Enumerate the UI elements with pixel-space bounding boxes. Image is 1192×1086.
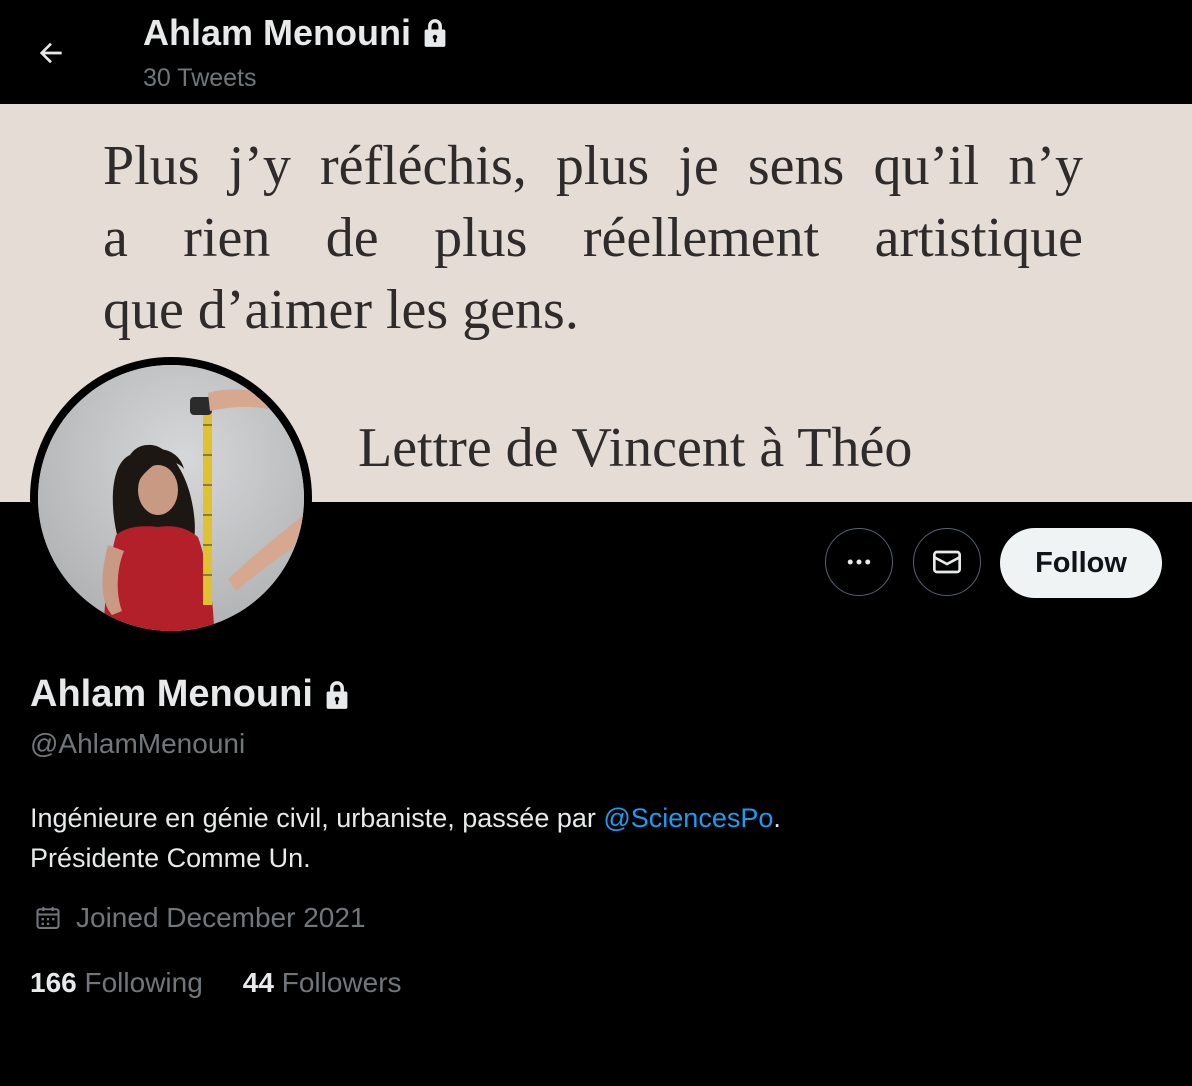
- following-count: 166: [30, 967, 77, 998]
- follow-button[interactable]: Follow: [1000, 528, 1162, 598]
- mention-link[interactable]: @SciencesPo: [603, 803, 773, 833]
- back-button[interactable]: [24, 26, 78, 80]
- more-button[interactable]: [825, 528, 893, 596]
- bio-text: .: [773, 803, 781, 833]
- profile-name: Ahlam Menouni: [30, 673, 313, 715]
- bio-line: Ingénieure en génie civil, urbaniste, pa…: [30, 798, 781, 838]
- tweet-count: 30 Tweets: [143, 64, 257, 92]
- bio-text: Ingénieure en génie civil, urbaniste, pa…: [30, 803, 604, 833]
- envelope-icon: [933, 550, 961, 574]
- profile-name-row: Ahlam Menouni: [30, 673, 351, 716]
- arrow-left-icon: [39, 42, 62, 64]
- profile-bio: Ingénieure en génie civil, urbaniste, pa…: [30, 798, 781, 878]
- calendar-icon: [36, 906, 60, 929]
- profile-handle: @AhlamMenouni: [30, 728, 246, 759]
- header-title: Ahlam Menouni: [143, 12, 449, 54]
- message-button[interactable]: [913, 528, 981, 596]
- header-name: Ahlam Menouni: [143, 12, 411, 53]
- banner-quote-line: a rien de plus réellement artistique: [103, 207, 1083, 269]
- banner-quote-line: que d’aimer les gens.: [103, 279, 579, 341]
- joined-date: Joined December 2021: [34, 902, 366, 934]
- joined-text: Joined December 2021: [76, 902, 366, 933]
- banner-signature: Lettre de Vincent à Théo: [358, 417, 913, 479]
- following-label: Following: [84, 967, 203, 998]
- top-bar: Ahlam Menouni 30 Tweets: [0, 0, 1192, 104]
- followers-link[interactable]: 44 Followers: [243, 967, 402, 999]
- lock-icon: [424, 19, 446, 47]
- avatar[interactable]: [30, 357, 312, 639]
- bio-line: Présidente Comme Un.: [30, 843, 311, 873]
- avatar-photo: [38, 365, 304, 631]
- banner-quote: Plus j’y réfléchis, plus je sens qu’il n…: [103, 130, 1083, 346]
- followers-count: 44: [242, 967, 274, 998]
- followers-label: Followers: [281, 967, 402, 998]
- more-horizontal-icon: [847, 559, 871, 565]
- following-link[interactable]: 166 Following: [30, 967, 203, 999]
- banner-quote-line: Plus j’y réfléchis, plus je sens qu’il n…: [103, 135, 1083, 197]
- lock-icon: [326, 680, 348, 709]
- follow-stats: 166 Following 44 Followers: [30, 967, 402, 999]
